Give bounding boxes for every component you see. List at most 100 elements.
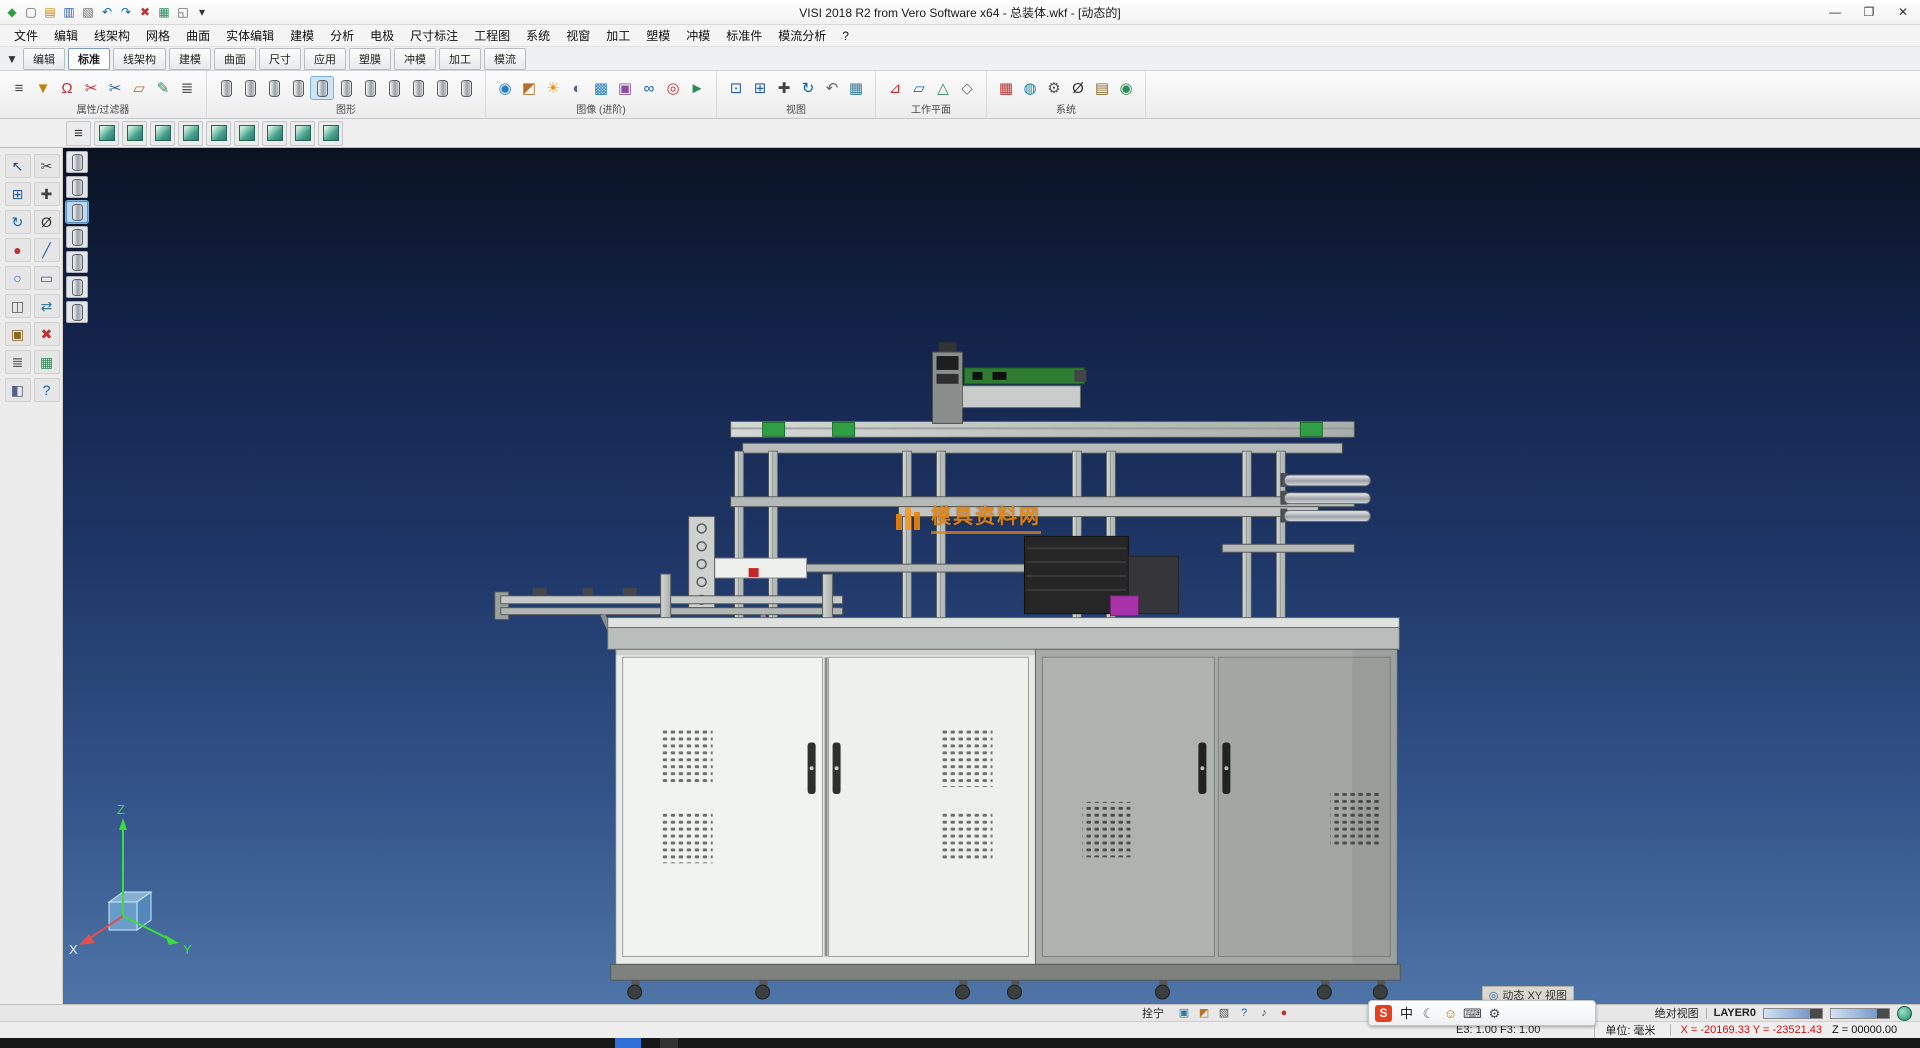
tab-surface[interactable]: 曲面 bbox=[214, 48, 256, 70]
translucent-mode-icon[interactable] bbox=[359, 77, 381, 99]
shaded-edge-mode-icon[interactable] bbox=[335, 77, 357, 99]
cut-icon[interactable]: ✂ bbox=[34, 154, 60, 178]
zoom-window-icon[interactable]: ⊞ bbox=[749, 77, 771, 99]
group-filter-icon[interactable] bbox=[66, 276, 88, 298]
hidden-line-mode-icon[interactable] bbox=[263, 77, 285, 99]
light-icon[interactable]: ☀ bbox=[542, 77, 564, 99]
erase-icon[interactable]: ✖ bbox=[34, 322, 60, 346]
cut-red-icon[interactable]: ✂ bbox=[80, 77, 102, 99]
menu-modeling[interactable]: 建模 bbox=[282, 25, 322, 46]
current-layer-button[interactable]: LAYER0 bbox=[1714, 1007, 1756, 1019]
palette-icon[interactable]: ◩ bbox=[1196, 1006, 1212, 1020]
menu-solid-edit[interactable]: 实体编辑 bbox=[218, 25, 282, 46]
rotate-icon[interactable]: ↻ bbox=[5, 210, 31, 234]
animation-icon[interactable]: ► bbox=[686, 77, 708, 99]
tab-application[interactable]: 应用 bbox=[304, 48, 346, 70]
measure-icon[interactable]: Ø bbox=[34, 210, 60, 234]
copy-icon[interactable]: ▣ bbox=[5, 322, 31, 346]
layer-grid-icon[interactable]: ▦ bbox=[995, 77, 1017, 99]
attributes-icon[interactable]: ≡ bbox=[8, 77, 30, 99]
menu-mesh[interactable]: 网格 bbox=[138, 25, 178, 46]
viewport-3d[interactable]: 模具资料网 Z X Y ◎ 动 bbox=[63, 148, 1920, 1004]
snap-toggle[interactable]: 拴宁 bbox=[1142, 1005, 1164, 1021]
menu-standard-parts[interactable]: 标准件 bbox=[718, 25, 770, 46]
redo-icon[interactable]: ↷ bbox=[117, 3, 135, 21]
open-file-icon[interactable]: ▤ bbox=[41, 3, 59, 21]
print-status-icon[interactable]: ▧ bbox=[1216, 1006, 1232, 1020]
delete-icon[interactable]: ✖ bbox=[136, 3, 154, 21]
menu-file[interactable]: 文件 bbox=[6, 25, 46, 46]
tab-modeling[interactable]: 建模 bbox=[169, 48, 211, 70]
layers-icon[interactable]: ≣ bbox=[5, 350, 31, 374]
help-icon[interactable]: ? bbox=[34, 378, 60, 402]
ime-moon-icon[interactable]: ☾ bbox=[1420, 1005, 1437, 1022]
ime-lang-icon[interactable]: 中 bbox=[1398, 1005, 1415, 1022]
mirror-icon[interactable]: ◫ bbox=[5, 294, 31, 318]
surface-icon[interactable]: ◧ bbox=[5, 378, 31, 402]
ime-toolbox-icon[interactable]: ⚙ bbox=[1486, 1005, 1503, 1022]
rect-icon[interactable]: ▭ bbox=[34, 266, 60, 290]
point-icon[interactable]: ● bbox=[5, 238, 31, 262]
stereo-icon[interactable]: ∞ bbox=[638, 77, 660, 99]
shaded-mode-icon[interactable] bbox=[311, 77, 333, 99]
solid-filter-icon[interactable] bbox=[66, 151, 88, 173]
snapshot-icon[interactable]: ◎ bbox=[662, 77, 684, 99]
surface-filter-icon[interactable] bbox=[66, 176, 88, 198]
background-icon[interactable]: ▩ bbox=[590, 77, 612, 99]
screen-layout-icon[interactable]: ◱ bbox=[174, 3, 192, 21]
mesh-filter-icon[interactable] bbox=[66, 251, 88, 273]
menu-dimensioning[interactable]: 尺寸标注 bbox=[402, 25, 466, 46]
draft-mode-icon[interactable] bbox=[431, 77, 453, 99]
settings-gear-icon[interactable]: ⚙ bbox=[1043, 77, 1065, 99]
reflection-mode-icon[interactable] bbox=[455, 77, 477, 99]
workplane-face-icon[interactable]: ▱ bbox=[908, 77, 930, 99]
table-icon[interactable]: ▤ bbox=[1091, 77, 1113, 99]
view-list-icon[interactable]: ▦ bbox=[845, 77, 867, 99]
select-icon[interactable]: ↖ bbox=[5, 154, 31, 178]
tab-die[interactable]: 冲模 bbox=[394, 48, 436, 70]
filter-icon[interactable]: ▼ bbox=[32, 77, 54, 99]
material-icon[interactable]: ◩ bbox=[518, 77, 540, 99]
menu-die[interactable]: 冲模 bbox=[678, 25, 718, 46]
tab-machining[interactable]: 加工 bbox=[439, 48, 481, 70]
left-view-cube-icon[interactable] bbox=[206, 121, 231, 146]
trimetric-view-cube-icon[interactable] bbox=[290, 121, 315, 146]
ime-emoji-icon[interactable]: ☺ bbox=[1442, 1005, 1459, 1022]
menu-surface[interactable]: 曲面 bbox=[178, 25, 218, 46]
zoom-area-icon[interactable]: ⊞ bbox=[5, 182, 31, 206]
qa-dropdown-icon[interactable]: ▾ bbox=[193, 3, 211, 21]
tab-wireframe[interactable]: 线架构 bbox=[113, 48, 166, 70]
info-icon[interactable]: ◉ bbox=[1115, 77, 1137, 99]
magnet-icon[interactable]: Ω bbox=[56, 77, 78, 99]
workplane-3point-icon[interactable]: △ bbox=[932, 77, 954, 99]
capture-icon[interactable]: ▣ bbox=[1176, 1006, 1192, 1020]
render-settings-icon[interactable]: ◉ bbox=[494, 77, 516, 99]
absolute-view-button[interactable]: 绝对视图 bbox=[1655, 1005, 1699, 1021]
tab-flow[interactable]: 模流 bbox=[484, 48, 526, 70]
back-view-cube-icon[interactable] bbox=[178, 121, 203, 146]
iso-view-cube-icon[interactable] bbox=[94, 121, 119, 146]
menu-electrode[interactable]: 电极 bbox=[362, 25, 402, 46]
eraser-icon[interactable]: ▱ bbox=[128, 77, 150, 99]
point-filter-icon[interactable] bbox=[66, 226, 88, 248]
wireframe-mode-icon[interactable] bbox=[239, 77, 261, 99]
previous-view-icon[interactable]: ↶ bbox=[821, 77, 843, 99]
dashed-mode-icon[interactable] bbox=[287, 77, 309, 99]
sogou-logo-icon[interactable]: S bbox=[1375, 1005, 1392, 1022]
menu-drafting[interactable]: 工程图 bbox=[466, 25, 518, 46]
menu-system[interactable]: 系统 bbox=[518, 25, 558, 46]
menu-analysis[interactable]: 分析 bbox=[322, 25, 362, 46]
tab-plastic-mold[interactable]: 塑膜 bbox=[349, 48, 391, 70]
bottom-view-cube-icon[interactable] bbox=[262, 121, 287, 146]
new-file-icon[interactable]: ▢ bbox=[22, 3, 40, 21]
camera-icon[interactable]: ▣ bbox=[614, 77, 636, 99]
zoom-fit-icon[interactable]: ⊡ bbox=[725, 77, 747, 99]
top-view-cube-icon[interactable] bbox=[122, 121, 147, 146]
ime-keyboard-icon[interactable]: ⌨ bbox=[1464, 1005, 1481, 1022]
menu-wireframe[interactable]: 线架构 bbox=[86, 25, 138, 46]
record-icon[interactable]: ● bbox=[1276, 1006, 1292, 1020]
menu-help[interactable]: ? bbox=[834, 27, 857, 45]
close-button[interactable]: ✕ bbox=[1886, 0, 1920, 24]
edit-pen-icon[interactable]: ✎ bbox=[152, 77, 174, 99]
front-view-cube-icon[interactable] bbox=[150, 121, 175, 146]
